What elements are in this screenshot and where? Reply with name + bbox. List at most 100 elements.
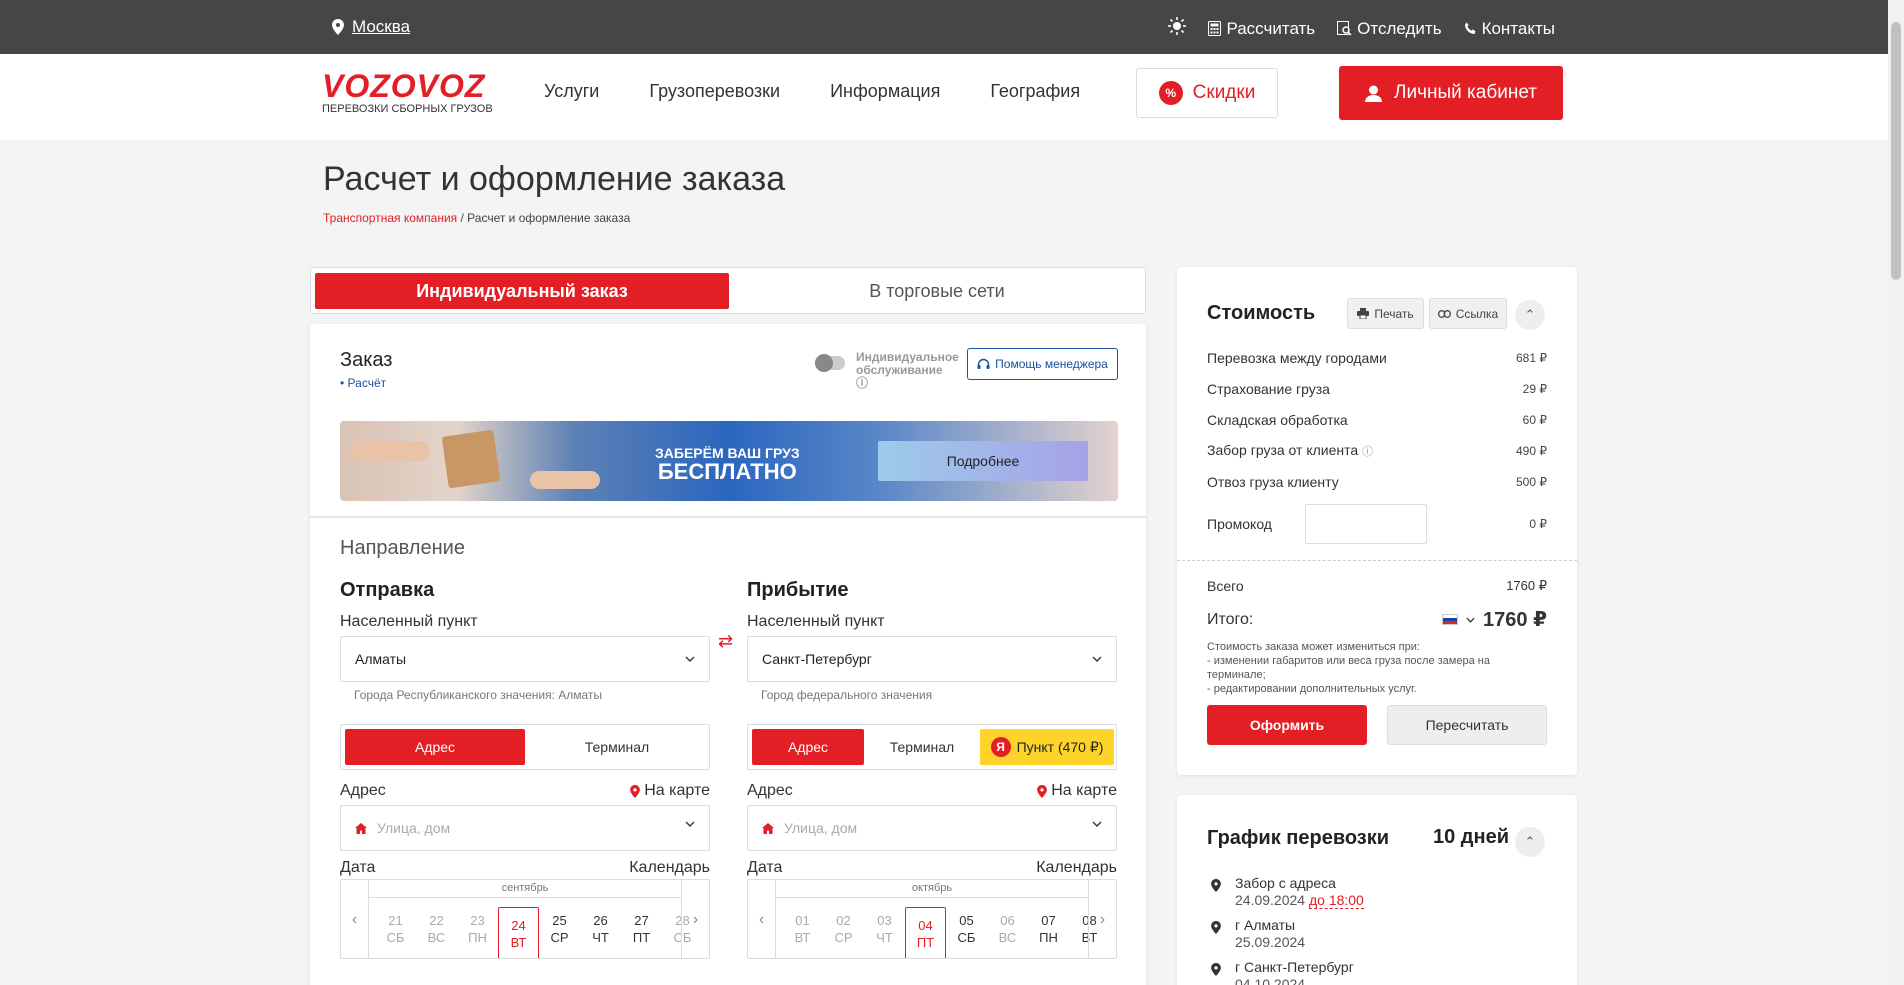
event-title: г Алматы <box>1235 917 1296 933</box>
day-cell[interactable]: 01 ВТ <box>782 902 823 956</box>
city-name[interactable]: Москва <box>352 17 410 37</box>
calc-link[interactable]: Рассчитать <box>1208 19 1315 39</box>
logo[interactable]: VOZOVOZ ПЕРЕВОЗКИ СБОРНЫХ ГРУЗОВ <box>322 68 493 115</box>
departure-address-input[interactable]: Улица, дом <box>340 805 710 851</box>
arrival-mode-point[interactable]: Я Пункт (470 ₽) <box>980 729 1114 765</box>
day-cell[interactable]: 26 ЧТ <box>580 902 621 956</box>
chevron-right-icon[interactable]: › <box>1088 880 1116 958</box>
day-number: 02 <box>836 913 851 928</box>
schedule-panel: График перевозки 10 дней ⌃ Забор с адрес… <box>1177 795 1577 985</box>
day-cell[interactable]: 21 СБ <box>375 902 416 956</box>
day-number: 06 <box>1000 913 1015 928</box>
departure-date-strip: ‹ сентябрь 21 СБ 22 ВС 23 ПН 24 ВТ 25 СР 26 ЧТ 27 ПТ 2… <box>340 879 710 959</box>
day-cell[interactable]: 22 ВС <box>416 902 457 956</box>
day-cell[interactable]: 02 СР <box>823 902 864 956</box>
phone-icon <box>1464 22 1476 34</box>
promo-label: Промокод <box>1207 516 1272 532</box>
manager-help-button[interactable]: Помощь менеджера <box>967 348 1118 380</box>
track-link[interactable]: Отследить <box>1337 18 1442 39</box>
day-weekday: ВТ <box>510 935 527 950</box>
day-cell[interactable]: 27 ПТ <box>621 902 662 956</box>
individual-service-toggle[interactable] <box>815 354 845 372</box>
russia-flag-icon[interactable] <box>1442 614 1459 625</box>
info-icon[interactable]: ⓘ <box>1362 446 1373 458</box>
nav-geography[interactable]: География <box>990 81 1080 102</box>
track-icon <box>1337 21 1352 36</box>
event-date: 04.10.2024 <box>1235 976 1306 985</box>
day-number: 07 <box>1041 913 1056 928</box>
map-pin-icon <box>630 784 641 798</box>
nav-cargo[interactable]: Грузоперевозки <box>649 81 780 102</box>
recalculate-button[interactable]: Пересчитать <box>1387 705 1547 745</box>
event-date: 25.09.2024 <box>1235 934 1306 950</box>
link-button[interactable]: Ссылка <box>1429 298 1507 329</box>
chevron-left-icon[interactable]: ‹ <box>341 880 369 958</box>
nav-info[interactable]: Информация <box>830 81 940 102</box>
chevron-down-icon[interactable] <box>1466 617 1475 623</box>
day-cell[interactable]: 04 ПТ <box>905 907 946 958</box>
arrival-map-link[interactable]: На карте <box>1037 782 1117 800</box>
day-cell[interactable]: 24 ВТ <box>498 907 539 958</box>
contacts-link[interactable]: Контакты <box>1464 19 1555 39</box>
print-button[interactable]: Печать <box>1347 298 1424 329</box>
collapse-icon[interactable]: ⌃ <box>1515 827 1545 857</box>
day-cell[interactable]: 03 ЧТ <box>864 902 905 956</box>
cost-panel: Стоимость Печать Ссылка ⌃ Перевозка межд… <box>1177 267 1577 775</box>
arrival-mode-address[interactable]: Адрес <box>752 729 864 765</box>
departure-mode: Адрес Терминал <box>340 724 710 770</box>
city-selector[interactable]: Москва <box>332 17 410 37</box>
day-number: 26 <box>593 913 608 928</box>
arrival-address-input[interactable]: Улица, дом <box>747 805 1117 851</box>
tab-retail[interactable]: В торговые сети <box>731 273 1143 309</box>
chevron-left-icon[interactable]: ‹ <box>748 880 776 958</box>
cost-line-value: 60 ₽ <box>1522 412 1547 427</box>
chevron-down-icon <box>1092 656 1102 662</box>
arrival-city-select[interactable]: Санкт-Петербург <box>747 636 1117 682</box>
hand-image <box>530 471 600 489</box>
arrival-mode-terminal[interactable]: Терминал <box>866 729 978 765</box>
event-deadline[interactable]: до 18:00 <box>1308 892 1364 909</box>
cabinet-button[interactable]: Личный кабинет <box>1339 66 1563 120</box>
promo-input[interactable] <box>1304 504 1427 544</box>
cost-line-label: Перевозка между городами <box>1207 349 1387 366</box>
day-cell[interactable]: 23 ПН <box>457 902 498 956</box>
chevron-right-icon[interactable]: › <box>681 880 709 958</box>
logo-name: VOZOVOZ <box>322 68 486 104</box>
departure-calendar-link[interactable]: Календарь <box>629 859 710 877</box>
scrollbar-thumb[interactable] <box>1891 22 1901 280</box>
nav-services[interactable]: Услуги <box>544 81 599 102</box>
departure-city-select[interactable]: Алматы <box>340 636 710 682</box>
order-title: Заказ <box>340 349 393 371</box>
banner-more-button[interactable]: Подробнее <box>878 441 1088 481</box>
cost-line: Складская обработка 60 ₽ <box>1207 404 1547 435</box>
order-step-label: Расчёт <box>347 376 387 390</box>
departure-map-link[interactable]: На карте <box>630 782 710 800</box>
breadcrumb-link[interactable]: Транспортная компания <box>323 211 457 225</box>
divider <box>1177 560 1577 561</box>
place-order-button[interactable]: Оформить <box>1207 705 1367 745</box>
departure-mode-terminal[interactable]: Терминал <box>527 729 707 765</box>
tab-individual[interactable]: Индивидуальный заказ <box>315 273 729 309</box>
day-cell[interactable]: 07 ПН <box>1028 902 1069 956</box>
discounts-button[interactable]: % Скидки <box>1136 68 1278 118</box>
day-number: 27 <box>634 913 649 928</box>
departure-mode-address[interactable]: Адрес <box>345 729 525 765</box>
cost-line-label: Отвоз груза клиенту <box>1207 473 1339 490</box>
banner-text: ЗАБЕРЁМ ВАШ ГРУЗ БЕСПЛАТНО <box>655 445 800 483</box>
info-icon[interactable]: ⓘ <box>856 376 868 390</box>
arrival-calendar-link[interactable]: Календарь <box>1036 859 1117 877</box>
theme-toggle-icon[interactable] <box>1168 17 1187 40</box>
collapse-icon[interactable]: ⌃ <box>1515 300 1545 330</box>
link-icon <box>1437 309 1451 318</box>
day-cell[interactable]: 06 ВС <box>987 902 1028 956</box>
individual-service-text: Индивидуальное обслуживание <box>856 350 959 377</box>
track-label: Отследить <box>1357 18 1442 38</box>
swap-icon[interactable]: ⇄ <box>718 631 733 652</box>
day-number: 24 <box>511 918 526 933</box>
scrollbar[interactable] <box>1888 0 1904 985</box>
day-cell[interactable]: 05 СБ <box>946 902 987 956</box>
promo-banner[interactable]: ЗАБЕРЁМ ВАШ ГРУЗ БЕСПЛАТНО Подробнее <box>340 421 1118 501</box>
arrival-city-value: Санкт-Петербург <box>762 651 872 667</box>
cost-line-value: 681 ₽ <box>1516 350 1547 365</box>
day-cell[interactable]: 25 СР <box>539 902 580 956</box>
